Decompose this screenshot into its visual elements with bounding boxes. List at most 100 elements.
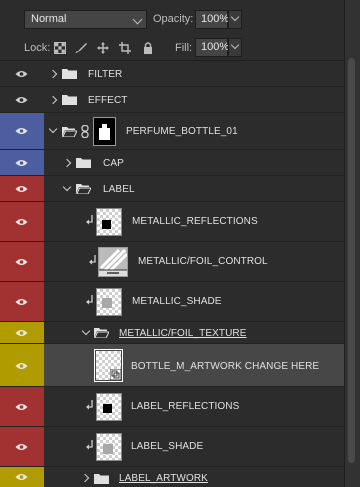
eye-icon bbox=[15, 299, 28, 305]
visibility-toggle[interactable] bbox=[0, 427, 44, 466]
layer-name: CAP bbox=[103, 158, 124, 169]
layer-row-filter[interactable]: FILTER bbox=[0, 61, 344, 87]
opacity-value: 100% bbox=[201, 13, 230, 25]
chevron-right-icon[interactable] bbox=[48, 95, 58, 105]
opacity-field[interactable]: 100% bbox=[195, 10, 230, 29]
visibility-toggle[interactable] bbox=[0, 176, 44, 201]
opacity-dropdown-button[interactable] bbox=[228, 10, 242, 29]
layer-mask-thumbnail[interactable] bbox=[93, 117, 116, 146]
layer-row-label-artwork[interactable]: LABEL_ARTWORK bbox=[0, 467, 344, 487]
folder-open-icon bbox=[62, 127, 77, 137]
lock-position-icon[interactable] bbox=[97, 42, 109, 54]
layer-name: PERFUME_BOTTLE_01 bbox=[126, 126, 238, 137]
folder-icon bbox=[62, 69, 77, 79]
layer-row-effect[interactable]: EFFECT bbox=[0, 87, 344, 113]
clipping-mask-arrow-icon bbox=[86, 295, 93, 305]
layer-name: LABEL_ARTWORK bbox=[119, 473, 208, 484]
visibility-toggle[interactable] bbox=[0, 467, 44, 487]
layer-name: METALLIC_REFLECTIONS bbox=[132, 216, 258, 227]
folder-icon bbox=[94, 474, 109, 484]
layer-row-label-reflections[interactable]: LABEL_REFLECTIONS bbox=[0, 387, 344, 427]
lock-transparent-pixels-icon[interactable] bbox=[54, 42, 66, 54]
visibility-toggle[interactable] bbox=[0, 387, 44, 426]
chevron-right-icon[interactable] bbox=[48, 69, 58, 79]
clipping-mask-arrow-icon bbox=[89, 255, 96, 265]
eye-icon bbox=[15, 71, 28, 77]
visibility-toggle[interactable] bbox=[0, 282, 44, 321]
fill-dropdown-button[interactable] bbox=[228, 38, 242, 57]
visibility-toggle[interactable] bbox=[0, 113, 44, 149]
layers-panel: Normal Opacity: 100% Lock: Fill: 100% FI… bbox=[0, 0, 344, 487]
chevron-right-icon[interactable] bbox=[80, 473, 90, 483]
clipping-mask-arrow-icon bbox=[86, 400, 93, 410]
folder-icon bbox=[76, 158, 91, 168]
smart-object-badge-icon bbox=[110, 369, 121, 380]
blend-opacity-row: Normal Opacity: 100% bbox=[0, 6, 344, 34]
layer-row-metallic-foil-texture[interactable]: METALLIC/FOIL_TEXTURE bbox=[0, 322, 344, 344]
clipping-mask-arrow-icon bbox=[86, 215, 93, 225]
folder-open-icon bbox=[76, 184, 91, 194]
visibility-toggle[interactable] bbox=[0, 322, 44, 343]
blend-mode-value: Normal bbox=[31, 13, 67, 25]
layer-row-cap[interactable]: CAP bbox=[0, 150, 344, 176]
visibility-toggle[interactable] bbox=[0, 61, 44, 86]
lock-image-pixels-icon[interactable] bbox=[75, 42, 87, 54]
lock-artboard-icon[interactable] bbox=[119, 42, 131, 54]
layer-name: LABEL_REFLECTIONS bbox=[131, 401, 240, 412]
eye-icon bbox=[15, 444, 28, 450]
eye-icon bbox=[15, 97, 28, 103]
chain-link-icon[interactable] bbox=[81, 125, 89, 138]
visibility-toggle[interactable] bbox=[0, 344, 44, 386]
layer-row-metallic-reflections[interactable]: METALLIC_REFLECTIONS bbox=[0, 202, 344, 242]
visibility-toggle[interactable] bbox=[0, 150, 44, 175]
clipping-mask-arrow-icon bbox=[86, 440, 93, 450]
visibility-toggle[interactable] bbox=[0, 202, 44, 241]
layer-content-swatch bbox=[102, 298, 112, 308]
layer-name: EFFECT bbox=[88, 95, 128, 106]
layer-name: LABEL_SHADE bbox=[131, 441, 204, 452]
eye-icon bbox=[15, 219, 28, 225]
visibility-toggle[interactable] bbox=[0, 242, 44, 281]
eye-icon bbox=[15, 128, 28, 134]
lock-all-icon[interactable] bbox=[142, 42, 154, 54]
layer-row-bottle-m-artwork[interactable]: BOTTLE_M_ARTWORK CHANGE HERE bbox=[0, 344, 344, 387]
bottle-mask-icon bbox=[99, 124, 110, 140]
smart-object-thumbnail bbox=[94, 349, 123, 382]
fill-field[interactable]: 100% bbox=[195, 38, 230, 57]
layer-thumbnail bbox=[96, 393, 122, 421]
foil-control-icon bbox=[99, 248, 129, 274]
fill-label: Fill: bbox=[175, 42, 193, 54]
chevron-right-icon[interactable] bbox=[62, 158, 72, 168]
eye-icon bbox=[15, 363, 28, 369]
chevron-down-icon bbox=[132, 14, 143, 25]
eye-icon bbox=[15, 259, 28, 265]
panel-scrollbar-thumb[interactable] bbox=[348, 58, 355, 463]
chevron-down-icon[interactable] bbox=[62, 182, 72, 192]
layer-name: METALLIC_SHADE bbox=[132, 296, 222, 307]
folder-open-icon bbox=[94, 328, 109, 338]
layer-name: BOTTLE_M_ARTWORK CHANGE HERE bbox=[131, 361, 320, 372]
layer-thumbnail bbox=[96, 433, 122, 461]
layer-content-swatch bbox=[102, 220, 111, 229]
eye-icon bbox=[15, 330, 28, 336]
layer-row-metallic-shade[interactable]: METALLIC_SHADE bbox=[0, 282, 344, 322]
chevron-down-icon[interactable] bbox=[81, 326, 91, 336]
fill-value: 100% bbox=[201, 41, 230, 53]
layer-name: METALLIC/FOIL_CONTROL bbox=[138, 256, 268, 267]
layer-row-metallic-foil-control[interactable]: METALLIC/FOIL_CONTROL bbox=[0, 242, 344, 282]
lock-label: Lock: bbox=[24, 42, 51, 54]
blend-mode-select[interactable]: Normal bbox=[24, 10, 147, 29]
chevron-down-icon[interactable] bbox=[48, 124, 58, 134]
visibility-toggle[interactable] bbox=[0, 87, 44, 112]
folder-icon bbox=[62, 95, 77, 105]
opacity-label: Opacity: bbox=[153, 13, 194, 25]
layer-name: LABEL bbox=[103, 184, 135, 195]
layer-thumbnail bbox=[96, 208, 122, 236]
layer-row-label-shade[interactable]: LABEL_SHADE bbox=[0, 427, 344, 467]
layer-row-perfume-bottle-01[interactable]: PERFUME_BOTTLE_01 bbox=[0, 113, 344, 150]
layer-content-swatch bbox=[103, 444, 113, 454]
layer-content-swatch bbox=[103, 404, 112, 413]
layer-row-label[interactable]: LABEL bbox=[0, 176, 344, 202]
eye-icon bbox=[15, 186, 28, 192]
layer-thumbnail bbox=[96, 288, 122, 316]
